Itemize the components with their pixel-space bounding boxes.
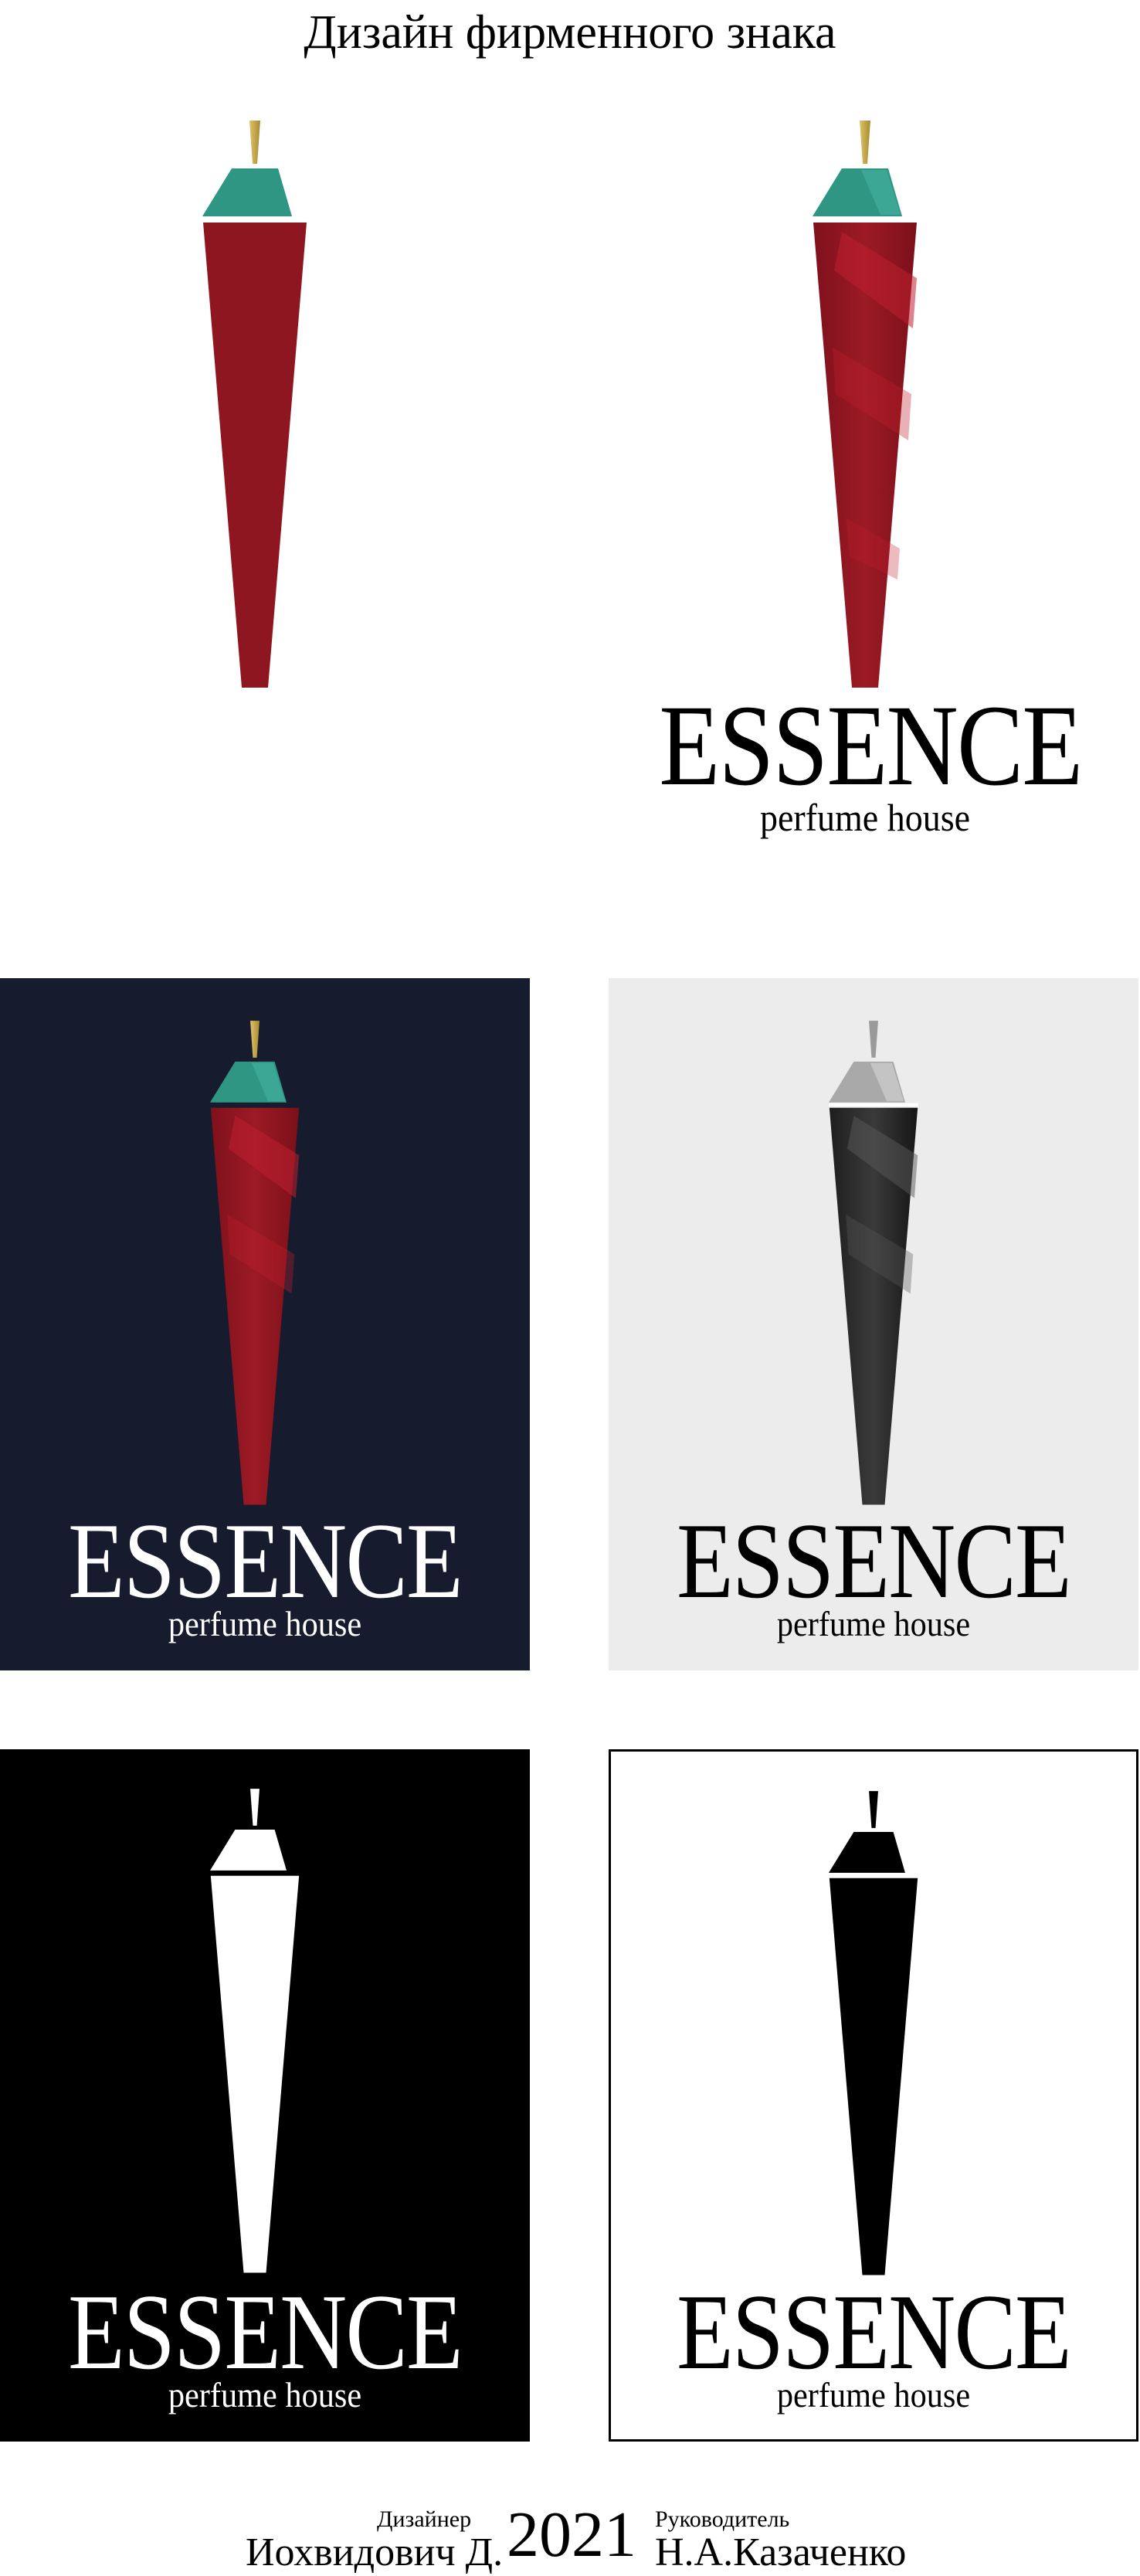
panel-inverse: ESSENCE perfume house [0, 1749, 530, 2442]
logo-mark-faceted: ESSENCE perfume house [626, 116, 1104, 858]
tagline: perfume house [776, 2375, 971, 2415]
tagline: perfume house [776, 1604, 971, 1643]
perfume-bottle-icon [813, 121, 918, 688]
logo-mark-flat [178, 116, 332, 695]
year: 2021 [507, 2499, 636, 2571]
supervisor-name: Н.А.Казаченко [655, 2530, 907, 2574]
designer-name: Иохвидович Д. [246, 2530, 504, 2574]
tagline: perfume house [168, 1604, 362, 1643]
perfume-bottle-icon [202, 121, 307, 688]
supervisor-label: Руководитель [655, 2506, 790, 2532]
panel-navy: ESSENCE perfume house [0, 978, 530, 1670]
perfume-bottle-icon [209, 1789, 300, 2273]
wordmark: ESSENCE [659, 681, 1083, 810]
panel-grayscale: ESSENCE perfume house [609, 978, 1138, 1670]
perfume-bottle-icon [209, 1021, 300, 1505]
page-title: Дизайн фирменного знака [304, 6, 836, 59]
panel-outline: ESSENCE perfume house [609, 1749, 1138, 2442]
tagline: perfume house [759, 796, 971, 839]
perfume-bottle-icon [828, 1021, 919, 1505]
tagline: perfume house [168, 2375, 362, 2415]
perfume-bottle-icon [828, 1791, 918, 2275]
designer-label: Дизайнер [377, 2506, 472, 2532]
